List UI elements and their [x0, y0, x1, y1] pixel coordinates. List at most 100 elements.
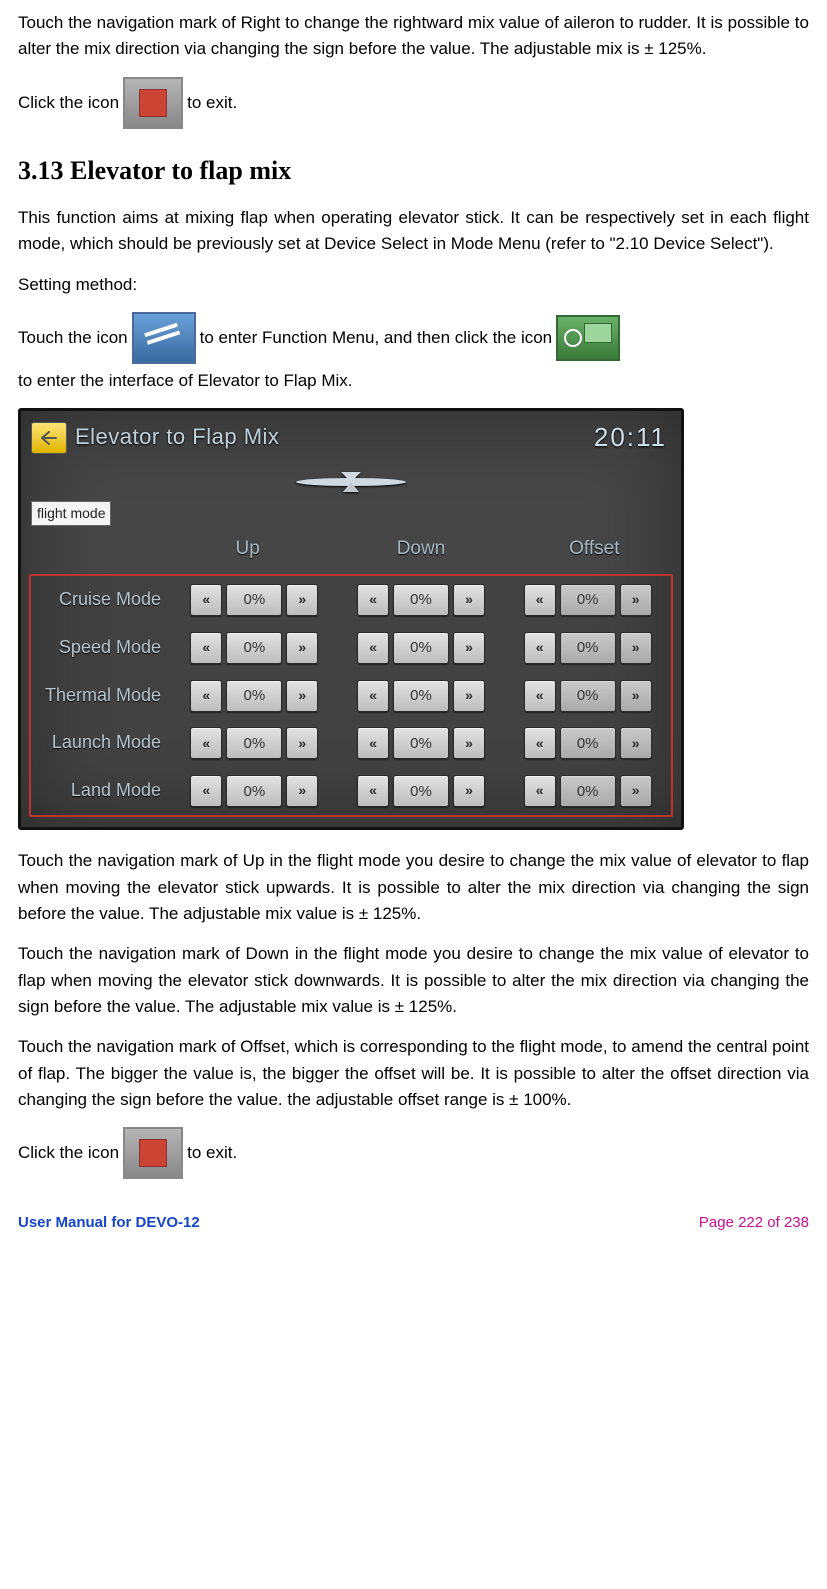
value-spinner: «0%» — [338, 624, 505, 672]
section-heading: 3.13 Elevator to flap mix — [18, 151, 809, 191]
value-display: 0% — [560, 727, 616, 759]
text: to enter Function Menu, and then click t… — [200, 325, 552, 351]
text: Click the icon — [18, 90, 119, 116]
value-spinner: «0%» — [171, 576, 338, 624]
screen-title: Elevator to Flap Mix — [75, 420, 279, 454]
value-display: 0% — [393, 775, 449, 807]
exit-icon — [123, 1127, 183, 1179]
value-spinner: «0%» — [504, 719, 671, 767]
value-display: 0% — [393, 680, 449, 712]
decrement-button[interactable]: « — [190, 680, 222, 712]
decrement-button[interactable]: « — [190, 584, 222, 616]
increment-button[interactable]: » — [286, 632, 318, 664]
increment-button[interactable]: » — [453, 727, 485, 759]
increment-button[interactable]: » — [286, 727, 318, 759]
mode-label: Cruise Mode — [31, 576, 171, 624]
value-display: 0% — [226, 584, 282, 616]
value-display: 0% — [560, 775, 616, 807]
increment-button[interactable]: » — [453, 775, 485, 807]
value-spinner: «0%» — [171, 767, 338, 815]
text: Touch the icon — [18, 325, 128, 351]
value-spinner: «0%» — [338, 719, 505, 767]
decrement-button[interactable]: « — [524, 775, 556, 807]
value-display: 0% — [226, 680, 282, 712]
device-screenshot: Elevator to Flap Mix 20:11 flight mode U… — [18, 408, 684, 830]
decrement-button[interactable]: « — [524, 584, 556, 616]
increment-button[interactable]: » — [286, 680, 318, 712]
increment-button[interactable]: » — [453, 584, 485, 616]
decrement-button[interactable]: « — [524, 727, 556, 759]
elevator-flap-icon — [556, 315, 620, 361]
exit-line-2: Click the icon to exit. — [18, 1127, 809, 1179]
value-spinner: «0%» — [171, 672, 338, 720]
decrement-button[interactable]: « — [190, 727, 222, 759]
increment-button[interactable]: » — [286, 775, 318, 807]
increment-button[interactable]: » — [620, 584, 652, 616]
increment-button[interactable]: » — [453, 680, 485, 712]
value-display: 0% — [226, 632, 282, 664]
decrement-button[interactable]: « — [357, 632, 389, 664]
value-display: 0% — [560, 680, 616, 712]
decrement-button[interactable]: « — [357, 680, 389, 712]
mode-label: Speed Mode — [31, 624, 171, 672]
value-display: 0% — [560, 632, 616, 664]
value-display: 0% — [393, 584, 449, 616]
decrement-button[interactable]: « — [357, 775, 389, 807]
touch-line: Touch the icon to enter Function Menu, a… — [18, 312, 809, 394]
value-display: 0% — [226, 727, 282, 759]
paragraph: This function aims at mixing flap when o… — [18, 205, 809, 258]
value-spinner: «0%» — [504, 624, 671, 672]
decrement-button[interactable]: « — [190, 632, 222, 664]
value-spinner: «0%» — [504, 576, 671, 624]
value-display: 0% — [560, 584, 616, 616]
clock: 20:11 — [594, 417, 671, 457]
decrement-button[interactable]: « — [524, 680, 556, 712]
text: to exit. — [187, 90, 237, 116]
value-display: 0% — [393, 632, 449, 664]
col-header-offset: Offset — [508, 528, 681, 571]
text: to enter the interface of Elevator to Fl… — [18, 368, 353, 394]
value-display: 0% — [226, 775, 282, 807]
value-spinner: «0%» — [171, 624, 338, 672]
value-spinner: «0%» — [504, 672, 671, 720]
increment-button[interactable]: » — [620, 632, 652, 664]
increment-button[interactable]: » — [453, 632, 485, 664]
paragraph: Touch the navigation mark of Up in the f… — [18, 848, 809, 927]
value-spinner: «0%» — [338, 672, 505, 720]
value-spinner: «0%» — [338, 576, 505, 624]
exit-line-1: Click the icon to exit. — [18, 77, 809, 129]
increment-button[interactable]: » — [286, 584, 318, 616]
mode-label: Land Mode — [31, 767, 171, 815]
function-menu-icon — [132, 312, 196, 364]
mode-label: Thermal Mode — [31, 672, 171, 720]
col-header-blank — [21, 528, 161, 571]
flight-mode-group: Cruise Mode«0%»«0%»«0%»Speed Mode«0%»«0%… — [29, 574, 673, 817]
decrement-button[interactable]: « — [190, 775, 222, 807]
increment-button[interactable]: » — [620, 680, 652, 712]
flight-mode-callout: flight mode — [31, 501, 111, 527]
footer-title: User Manual for DEVO-12 — [18, 1211, 200, 1234]
decrement-button[interactable]: « — [357, 727, 389, 759]
col-header-up: Up — [161, 528, 334, 571]
mode-label: Launch Mode — [31, 719, 171, 767]
text: to exit. — [187, 1140, 237, 1166]
paragraph: Touch the navigation mark of Down in the… — [18, 941, 809, 1020]
increment-button[interactable]: » — [620, 727, 652, 759]
page-footer: User Manual for DEVO-12 Page 222 of 238 — [18, 1193, 809, 1236]
paragraph: Setting method: — [18, 272, 809, 298]
value-display: 0% — [393, 727, 449, 759]
decrement-button[interactable]: « — [357, 584, 389, 616]
back-button[interactable] — [31, 422, 67, 454]
increment-button[interactable]: » — [620, 775, 652, 807]
exit-icon — [123, 77, 183, 129]
paragraph: Touch the navigation mark of Offset, whi… — [18, 1034, 809, 1113]
paragraph: Touch the navigation mark of Right to ch… — [18, 10, 809, 63]
value-spinner: «0%» — [504, 767, 671, 815]
decrement-button[interactable]: « — [524, 632, 556, 664]
plane-graphic — [21, 462, 681, 502]
value-spinner: «0%» — [171, 719, 338, 767]
col-header-down: Down — [334, 528, 507, 571]
text: Click the icon — [18, 1140, 119, 1166]
footer-page: Page 222 of 238 — [699, 1211, 809, 1234]
value-spinner: «0%» — [338, 767, 505, 815]
